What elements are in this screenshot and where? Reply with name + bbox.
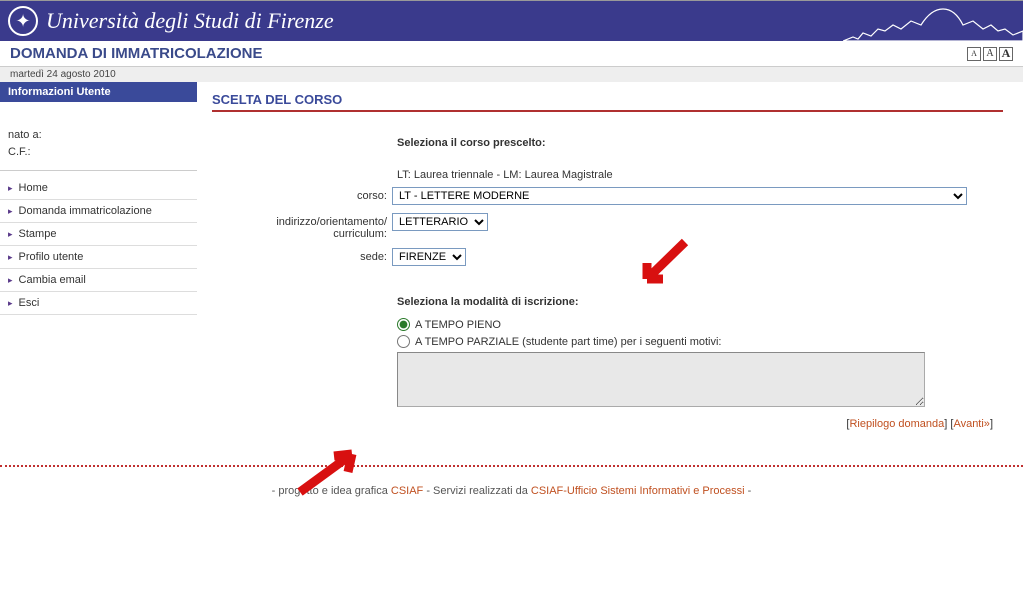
nav-label: Home [19, 182, 48, 194]
radio-fulltime[interactable] [397, 318, 410, 331]
font-medium-button[interactable]: A [983, 47, 997, 61]
nav-label: Stampe [19, 228, 57, 240]
radio-fulltime-label: A TEMPO PIENO [415, 319, 501, 331]
avanti-link[interactable]: Avanti» [953, 418, 990, 430]
nav-label: Domanda immatricolazione [19, 205, 152, 217]
footer-link-csiaf2[interactable]: CSIAF-Ufficio Sistemi Informativi e Proc… [531, 485, 745, 497]
riepilogo-link[interactable]: Riepilogo domanda [849, 418, 944, 430]
radio-parttime-label: A TEMPO PARZIALE (studente part time) pe… [415, 336, 722, 348]
nav-label: Esci [19, 297, 40, 309]
indirizzo-label: indirizzo/orientamento/ curriculum: [232, 213, 392, 240]
nav-esci[interactable]: Esci [0, 292, 197, 315]
date-bar: martedì 24 agosto 2010 [0, 67, 1023, 82]
skyline-icon [843, 1, 1023, 41]
nav-list: Home Domanda immatricolazione Stampe Pro… [0, 171, 197, 321]
footer-text: - progetto e idea grafica [272, 485, 391, 497]
bottom-links: [Riepilogo domanda] [Avanti»] [232, 418, 1003, 430]
corso-label: corso: [232, 187, 392, 202]
nato-label: nato a: [8, 129, 42, 141]
section-title: SCELTA DEL CORSO [212, 92, 1003, 112]
nav-stampe[interactable]: Stampe [0, 223, 197, 246]
nav-email[interactable]: Cambia email [0, 269, 197, 292]
footer-text: - [745, 485, 752, 497]
nav-label: Profilo utente [19, 251, 84, 263]
user-info: nato a: C.F.: [0, 102, 197, 171]
page-title: DOMANDA DI IMMATRICOLAZIONE [10, 45, 262, 62]
header-banner: ✦ Università degli Studi di Firenze [0, 0, 1023, 41]
font-large-button[interactable]: A [999, 47, 1013, 61]
university-seal-icon: ✦ [8, 6, 38, 36]
main-content: SCELTA DEL CORSO Seleziona il corso pres… [197, 82, 1023, 440]
nav-label: Cambia email [19, 274, 86, 286]
nav-domanda[interactable]: Domanda immatricolazione [0, 200, 197, 223]
font-size-controls: A A A [967, 47, 1013, 61]
nav-home[interactable]: Home [0, 177, 197, 200]
modalita-heading: Seleziona la modalità di iscrizione: [232, 296, 1003, 308]
footer-link-csiaf[interactable]: CSIAF [391, 485, 423, 497]
divider [0, 465, 1023, 467]
corso-select[interactable]: LT - LETTERE MODERNE [392, 187, 967, 205]
footer: - progetto e idea grafica CSIAF - Serviz… [0, 475, 1023, 537]
university-name: Università degli Studi di Firenze [46, 8, 334, 34]
cf-label: C.F.: [8, 146, 31, 158]
footer-text: - Servizi realizzati da [423, 485, 531, 497]
parttime-reason-textarea[interactable] [397, 352, 925, 407]
page-title-bar: DOMANDA DI IMMATRICOLAZIONE A A A [0, 41, 1023, 67]
sede-label: sede: [232, 248, 392, 263]
select-course-heading: Seleziona il corso prescelto: [232, 137, 1003, 149]
radio-parttime[interactable] [397, 335, 410, 348]
sidebar: Informazioni Utente nato a: C.F.: Home D… [0, 82, 197, 440]
course-legend: LT: Laurea triennale - LM: Laurea Magist… [232, 169, 1003, 181]
font-small-button[interactable]: A [967, 47, 981, 61]
nav-profilo[interactable]: Profilo utente [0, 246, 197, 269]
sidebar-header: Informazioni Utente [0, 82, 197, 102]
sede-select[interactable]: FIRENZE [392, 248, 466, 266]
indirizzo-select[interactable]: LETTERARIO [392, 213, 488, 231]
